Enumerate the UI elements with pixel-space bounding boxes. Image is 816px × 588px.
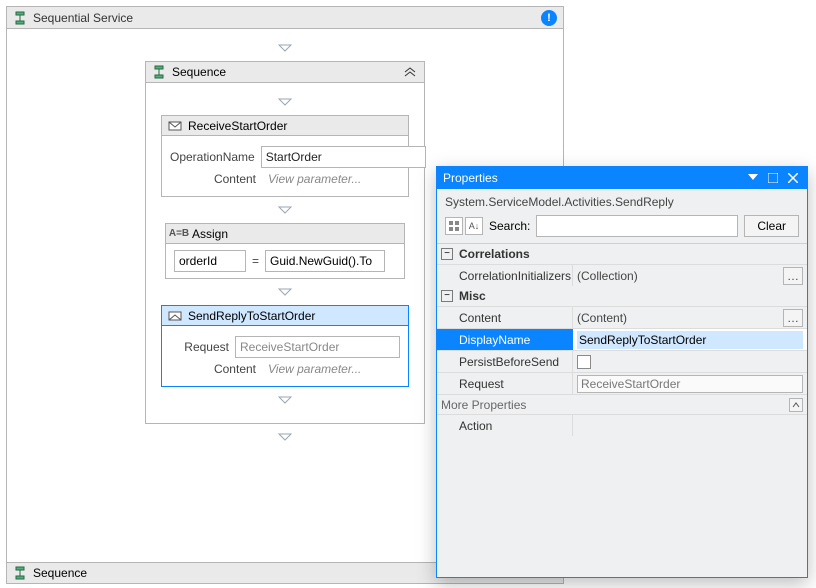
properties-type-label: System.ServiceModel.Activities.SendReply	[437, 189, 807, 213]
sendreply-header[interactable]: SendReplyToStartOrder	[162, 306, 408, 326]
collapse-toggle-icon[interactable]: −	[441, 248, 453, 260]
request-label: Request	[170, 340, 235, 354]
ellipsis-button[interactable]: …	[783, 309, 803, 327]
workflow-icon	[13, 11, 27, 25]
row-request[interactable]: Request ReceiveStartOrder	[437, 372, 807, 394]
persist-checkbox[interactable]	[577, 355, 591, 369]
operation-name-input[interactable]	[261, 146, 426, 168]
sequence-icon	[152, 65, 166, 79]
row-displayname[interactable]: DisplayName	[437, 328, 807, 350]
sort-alpha-icon[interactable]: A↓	[465, 217, 483, 235]
drop-indicator-icon[interactable]	[277, 432, 293, 442]
view-parameter-link[interactable]: View parameter...	[268, 362, 361, 376]
window-close-icon[interactable]	[785, 171, 801, 185]
clear-button[interactable]: Clear	[744, 215, 799, 237]
sequence-header[interactable]: Sequence	[145, 61, 425, 83]
properties-title: Properties	[443, 171, 741, 185]
properties-toolbar: A↓ Search: Clear	[437, 213, 807, 243]
category-misc[interactable]: − Misc	[437, 286, 807, 306]
receive-icon	[168, 119, 182, 133]
row-correlationinitializers[interactable]: CorrelationInitializers (Collection)…	[437, 264, 807, 286]
sequence-title: Sequence	[172, 65, 402, 79]
properties-panel: Properties System.ServiceModel.Activitie…	[436, 166, 808, 578]
sequence-icon	[13, 566, 27, 580]
category-correlations[interactable]: − Correlations	[437, 244, 807, 264]
properties-search-input[interactable]	[536, 215, 738, 237]
sort-categorized-icon[interactable]	[445, 217, 463, 235]
drop-indicator-icon[interactable]	[277, 287, 293, 297]
sendreply-activity[interactable]: SendReplyToStartOrder Request Content Vi…	[161, 305, 409, 387]
receive-activity[interactable]: ReceiveStartOrder OperationName Content …	[161, 115, 409, 197]
sequential-service-header[interactable]: Sequential Service !	[7, 7, 563, 29]
row-content[interactable]: Content (Content)…	[437, 306, 807, 328]
row-action[interactable]: Action	[437, 414, 807, 436]
sequential-service-title: Sequential Service	[33, 11, 541, 25]
sendreply-icon	[168, 309, 182, 323]
drop-indicator-icon[interactable]	[277, 395, 293, 405]
operation-name-label: OperationName	[170, 150, 261, 164]
assign-icon: A=B	[172, 227, 186, 241]
expand-more-icon[interactable]	[789, 398, 803, 412]
assign-to-input[interactable]	[174, 250, 246, 272]
sequence-body: ReceiveStartOrder OperationName Content …	[145, 83, 425, 424]
category-more-properties[interactable]: More Properties	[437, 394, 807, 414]
search-label: Search:	[489, 219, 530, 233]
view-parameter-link[interactable]: View parameter...	[268, 172, 361, 186]
property-grid: − Correlations CorrelationInitializers (…	[437, 243, 807, 436]
row-persistbeforesend[interactable]: PersistBeforeSend	[437, 350, 807, 372]
request-input[interactable]	[235, 336, 400, 358]
assign-activity[interactable]: A=B Assign =	[165, 223, 405, 279]
properties-titlebar[interactable]: Properties	[437, 167, 807, 189]
equals-label: =	[252, 254, 259, 268]
content-label: Content	[170, 172, 262, 186]
collapse-icon[interactable]	[402, 66, 418, 78]
drop-indicator-icon[interactable]	[277, 97, 293, 107]
sendreply-title: SendReplyToStartOrder	[188, 309, 402, 323]
ellipsis-button[interactable]: …	[783, 267, 803, 285]
sequence-activity[interactable]: Sequence ReceiveStartOrder OperationName	[145, 61, 425, 424]
assign-title: Assign	[192, 227, 398, 241]
receive-title: ReceiveStartOrder	[188, 119, 402, 133]
displayname-input[interactable]	[577, 331, 803, 349]
content-label: Content	[170, 362, 262, 376]
collapse-toggle-icon[interactable]: −	[441, 290, 453, 302]
drop-indicator-icon[interactable]	[277, 43, 293, 53]
window-dropdown-icon[interactable]	[745, 171, 761, 185]
drop-indicator-icon[interactable]	[277, 205, 293, 215]
receive-header[interactable]: ReceiveStartOrder	[162, 116, 408, 136]
assign-header[interactable]: A=B Assign	[166, 224, 404, 244]
assign-value-input[interactable]	[265, 250, 385, 272]
request-value[interactable]: ReceiveStartOrder	[577, 375, 803, 393]
validation-info-icon[interactable]: !	[541, 10, 557, 26]
window-pin-icon[interactable]	[765, 171, 781, 185]
